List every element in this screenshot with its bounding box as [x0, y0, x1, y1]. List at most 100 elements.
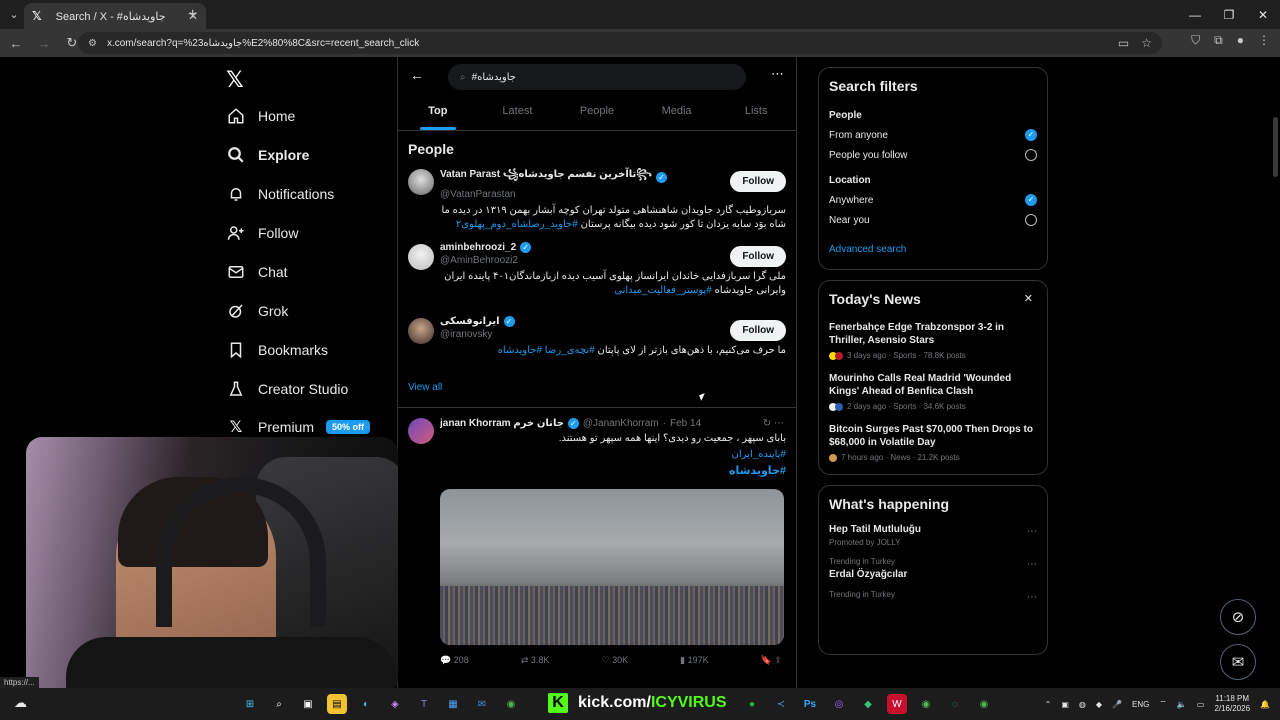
- bookmark-star-icon[interactable]: ☆: [1141, 36, 1152, 50]
- teams-icon[interactable]: T: [414, 694, 434, 714]
- tab-media[interactable]: Media: [637, 97, 717, 130]
- nav-creator-studio[interactable]: Creator Studio: [226, 374, 348, 404]
- back-arrow-icon[interactable]: ←: [410, 67, 424, 83]
- microphone-icon[interactable]: 🎤: [1112, 700, 1122, 709]
- minimize-icon[interactable]: —: [1178, 0, 1212, 29]
- x-logo-icon[interactable]: 𝕏: [226, 67, 244, 93]
- copilot-icon[interactable]: ◈: [385, 694, 405, 714]
- app-icon[interactable]: ◎: [829, 694, 849, 714]
- news-item[interactable]: Mourinho Calls Real Madrid 'Wounded King…: [819, 366, 1047, 417]
- messages-fab-icon[interactable]: ✉: [1220, 644, 1256, 680]
- start-icon[interactable]: ⊞: [240, 694, 260, 714]
- extensions-icon[interactable]: ⧉: [1214, 33, 1223, 48]
- reply-button[interactable]: 💬 208: [440, 655, 469, 666]
- weather-icon[interactable]: ☁: [14, 695, 27, 711]
- tab-search-menu-icon[interactable]: ⌄: [4, 5, 24, 25]
- checked-radio-icon[interactable]: ✓: [1025, 194, 1037, 206]
- bookmark-share-icons[interactable]: 🔖 ⇪: [761, 655, 782, 666]
- shield-icon[interactable]: ⛉: [1191, 33, 1200, 48]
- address-bar[interactable]: ⚙ x.com/search?q=%23جاویدشاه%E2%80%8C&sr…: [78, 32, 1162, 54]
- tab-top[interactable]: Top: [398, 97, 478, 130]
- app-icon[interactable]: ◆: [858, 694, 878, 714]
- whatsapp-icon[interactable]: ◌: [945, 694, 965, 714]
- nav-bookmarks[interactable]: Bookmarks: [226, 335, 328, 365]
- person-name[interactable]: Vatan Parast ꧁تاآخرین نفسم جاویدشاه꧂: [440, 167, 652, 187]
- search-input[interactable]: ⌕ #جاویدشاه: [448, 64, 746, 90]
- avatar[interactable]: [408, 169, 434, 195]
- language-indicator[interactable]: ENG: [1132, 700, 1149, 709]
- back-icon[interactable]: ←: [4, 31, 28, 55]
- close-window-icon[interactable]: ✕: [1246, 0, 1280, 29]
- search-icon[interactable]: ⌕: [269, 694, 289, 714]
- chrome-icon[interactable]: ◉: [501, 694, 521, 714]
- bio-hashtag-link[interactable]: #پوستر_فعالیت_میدانی: [614, 285, 712, 296]
- news-item[interactable]: Bitcoin Surges Past $70,000 Then Drops t…: [819, 417, 1047, 474]
- nav-notifications[interactable]: Notifications: [226, 179, 334, 209]
- photoshop-icon[interactable]: Ps: [800, 694, 820, 714]
- tab-lists[interactable]: Lists: [716, 97, 796, 130]
- avatar[interactable]: [408, 318, 434, 344]
- trend-more-icon[interactable]: ⋯: [1027, 526, 1037, 537]
- edge-icon[interactable]: ◐: [356, 694, 376, 714]
- view-all-link[interactable]: View all: [398, 374, 796, 408]
- tray-app-icon[interactable]: ◍: [1079, 700, 1086, 709]
- repost-button[interactable]: ⇄ 3.8K: [521, 655, 550, 666]
- tray-app-icon[interactable]: ◆: [1096, 700, 1102, 709]
- person-card[interactable]: ایرانوفسکی ✓ @iranovsky Follow ما حرف می‌…: [398, 312, 796, 374]
- more-options-icon[interactable]: ⋯: [771, 66, 784, 82]
- tray-app-icon[interactable]: ▣: [1061, 700, 1069, 709]
- nav-explore[interactable]: Explore: [226, 140, 309, 170]
- person-name[interactable]: ایرانوفسکی: [440, 316, 500, 327]
- post-date[interactable]: Feb 14: [670, 418, 701, 429]
- trend-item[interactable]: Trending in Turkey Erdal Özyağcılar ⋯: [819, 553, 1047, 586]
- like-button[interactable]: ♡ 30K: [601, 655, 628, 666]
- follow-button[interactable]: Follow: [730, 171, 786, 192]
- site-info-icon[interactable]: ⚙: [88, 38, 97, 49]
- new-tab-button[interactable]: +: [188, 6, 197, 24]
- vscode-icon[interactable]: ≺: [771, 694, 791, 714]
- post-author-handle[interactable]: @JananKhorram: [583, 418, 659, 429]
- avatar[interactable]: [408, 418, 434, 444]
- follow-button[interactable]: Follow: [730, 246, 786, 267]
- profile-avatar-icon[interactable]: ●: [1237, 33, 1244, 48]
- trend-more-icon[interactable]: ⋯: [1027, 559, 1037, 570]
- follow-button[interactable]: Follow: [730, 320, 786, 341]
- chrome-icon[interactable]: ◉: [974, 694, 994, 714]
- page-scrollbar[interactable]: [1273, 117, 1278, 177]
- outlook-icon[interactable]: ✉: [472, 694, 492, 714]
- post-image[interactable]: [440, 489, 784, 645]
- tab-latest[interactable]: Latest: [478, 97, 558, 130]
- nav-grok[interactable]: Grok: [226, 296, 288, 326]
- nav-chat[interactable]: Chat: [226, 257, 288, 287]
- nav-follow[interactable]: Follow: [226, 218, 298, 248]
- trend-item[interactable]: Trending in Turkey ⋯: [819, 586, 1047, 605]
- filter-people-you-follow[interactable]: People you follow: [819, 145, 1047, 165]
- grok-fab-icon[interactable]: ⊘: [1220, 599, 1256, 635]
- person-card[interactable]: aminbehroozi_2 ✓ @AminBehroozi2 Follow مل…: [398, 238, 796, 312]
- task-view-icon[interactable]: ▣: [298, 694, 318, 714]
- post-more-icon[interactable]: ↻ ⋯: [763, 418, 784, 429]
- close-icon[interactable]: ✕: [1024, 292, 1033, 305]
- news-item[interactable]: Fenerbahçe Edge Trabzonspor 3-2 in Thril…: [819, 315, 1047, 366]
- trend-item[interactable]: Hep Tatil Mutluluğu Promoted by JOLLY ⋯: [819, 520, 1047, 553]
- tray-chevron-icon[interactable]: ⌃: [1045, 700, 1052, 709]
- post[interactable]: janan Khorram جانان خرم ✓ @JananKhorram …: [398, 408, 796, 666]
- clock[interactable]: 11:18 PM 2/16/2026: [1214, 694, 1250, 714]
- browser-tab-active[interactable]: 𝕏 Search / X - #جاویدشاه ✕: [24, 3, 206, 29]
- advanced-search-link[interactable]: Advanced search: [819, 230, 1047, 269]
- unchecked-radio-icon[interactable]: [1025, 149, 1037, 161]
- trend-more-icon[interactable]: ⋯: [1027, 592, 1037, 603]
- chrome-icon[interactable]: ◉: [916, 694, 936, 714]
- avatar[interactable]: [408, 244, 434, 270]
- views-button[interactable]: ▮ 197K: [680, 655, 709, 666]
- volume-icon[interactable]: 🔈: [1177, 700, 1187, 709]
- person-card[interactable]: Vatan Parast ꧁تاآخرین نفسم جاویدشاه꧂ ✓ @V…: [398, 163, 796, 238]
- network-icon[interactable]: ⌔: [1159, 699, 1167, 709]
- notifications-bell-icon[interactable]: 🔔: [1260, 700, 1270, 709]
- bio-hashtag-link[interactable]: #نچه‌ی_رضا #جاویدشاه: [498, 345, 595, 356]
- filter-from-anyone[interactable]: From anyone ✓: [819, 125, 1047, 145]
- app-icon[interactable]: W: [887, 694, 907, 714]
- checked-radio-icon[interactable]: ✓: [1025, 129, 1037, 141]
- filter-near-you[interactable]: Near you: [819, 210, 1047, 230]
- spotify-icon[interactable]: ●: [742, 694, 762, 714]
